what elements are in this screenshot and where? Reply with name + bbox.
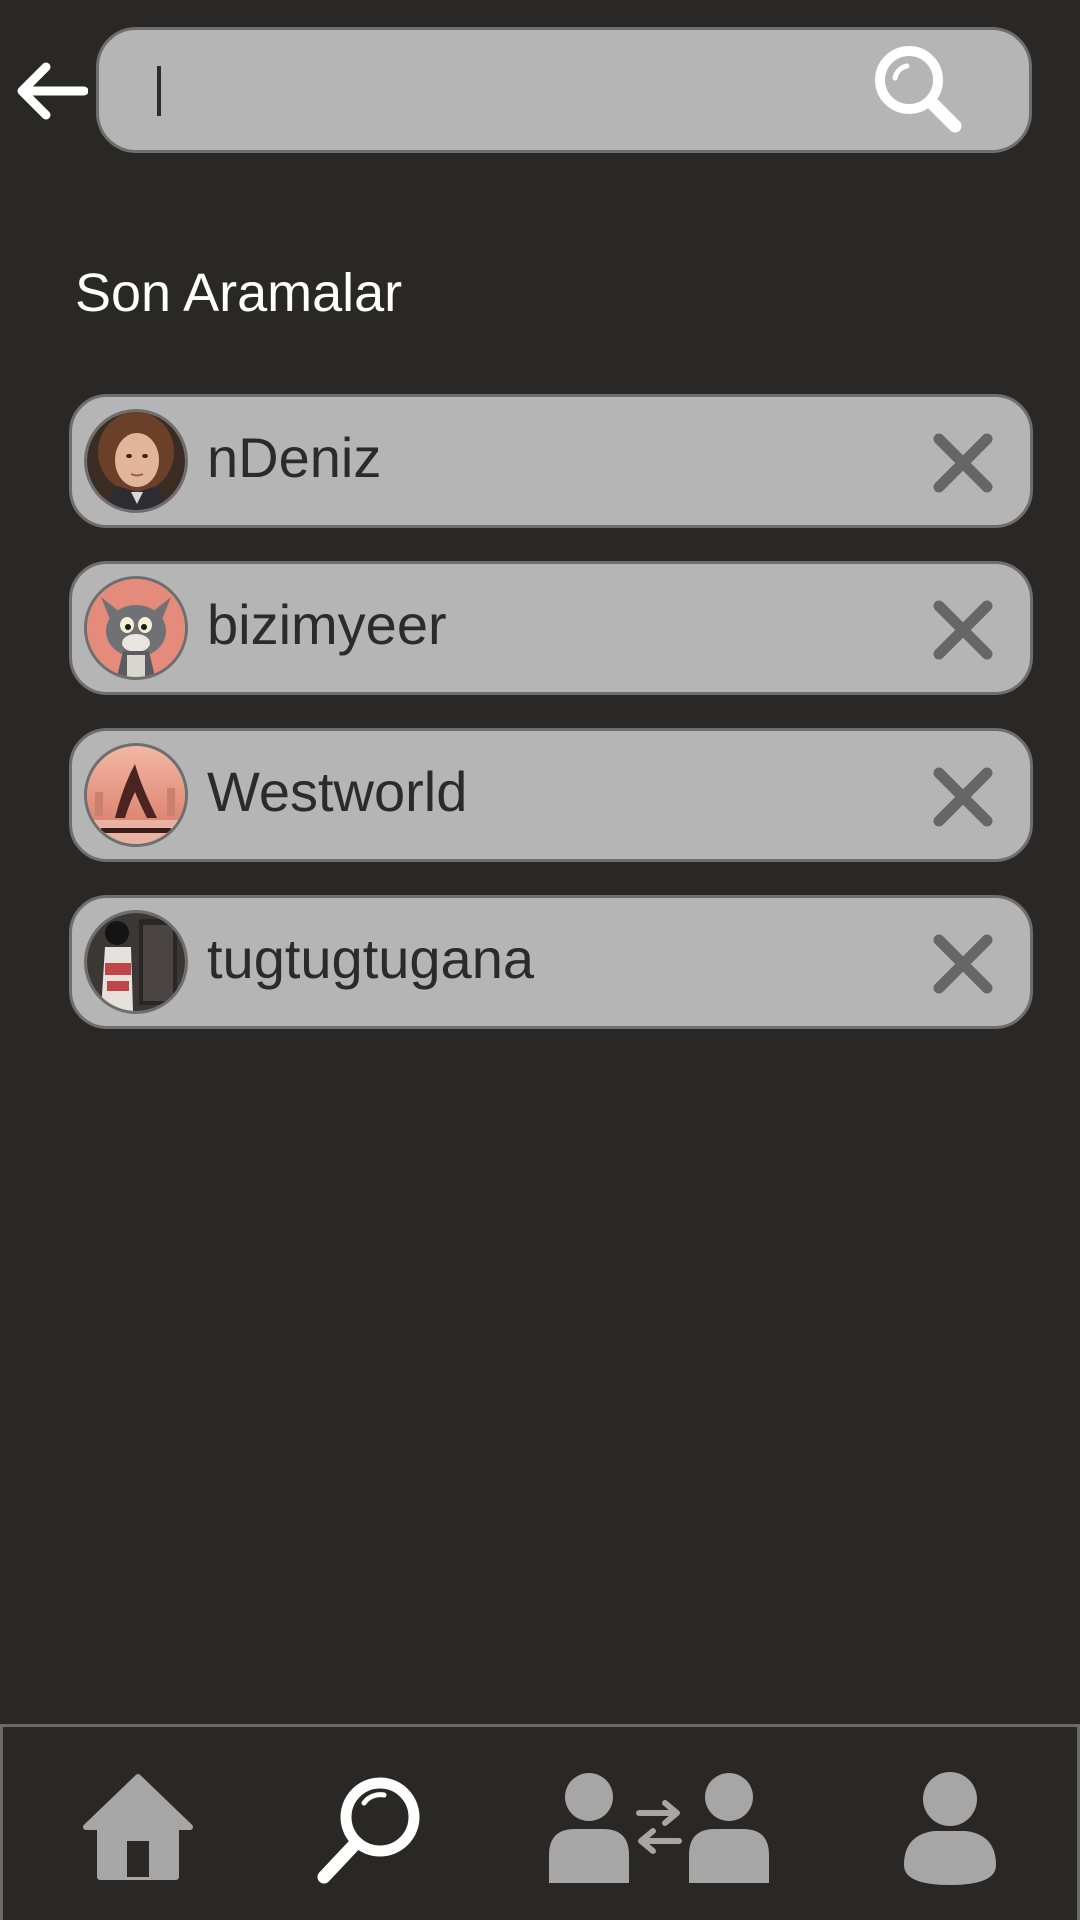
nav-follow[interactable] [543, 1757, 775, 1897]
nav-search[interactable] [303, 1757, 437, 1897]
text-cursor [157, 66, 161, 116]
remove-recent-button[interactable] [927, 928, 999, 1000]
remove-recent-button[interactable] [927, 427, 999, 499]
close-icon [933, 767, 993, 827]
bottom-navigation [0, 1724, 1080, 1920]
close-icon [933, 934, 993, 994]
search-screen: Son Aramalar nDeniz bizimyeer Westworld … [0, 0, 1080, 1920]
search-icon [875, 46, 962, 133]
recent-search-item[interactable]: nDeniz [69, 394, 1033, 528]
recent-searches-title: Son Aramalar [75, 263, 403, 323]
recent-search-label: tugtugtugana [207, 927, 534, 990]
remove-recent-button[interactable] [927, 761, 999, 833]
search-input[interactable] [151, 50, 835, 132]
girl-portrait-avatar [84, 409, 188, 513]
search-icon [317, 1777, 420, 1884]
person-in-doorway-avatar [84, 910, 188, 1014]
remove-recent-button[interactable] [927, 594, 999, 666]
recent-search-item[interactable]: bizimyeer [69, 561, 1033, 695]
recent-searches-list: nDeniz bizimyeer Westworld tugtugtugana [69, 394, 1033, 1062]
arrow-left-icon [17, 62, 88, 120]
back-button[interactable] [10, 55, 90, 127]
close-icon [933, 600, 993, 660]
close-icon [933, 433, 993, 493]
search-submit-button[interactable] [869, 40, 969, 140]
cartoon-cat-avatar [84, 576, 188, 680]
users-exchange-icon [549, 1773, 769, 1883]
recent-search-label: nDeniz [207, 426, 382, 489]
home-icon [83, 1774, 193, 1880]
user-icon [904, 1772, 996, 1885]
recent-search-label: Westworld [207, 760, 468, 823]
nav-profile[interactable] [883, 1757, 1017, 1897]
recent-search-item[interactable]: Westworld [69, 728, 1033, 862]
westworld-poster-avatar [84, 743, 188, 847]
nav-home[interactable] [71, 1757, 205, 1897]
recent-search-label: bizimyeer [207, 593, 447, 656]
recent-search-item[interactable]: tugtugtugana [69, 895, 1033, 1029]
search-bar [96, 27, 1032, 153]
